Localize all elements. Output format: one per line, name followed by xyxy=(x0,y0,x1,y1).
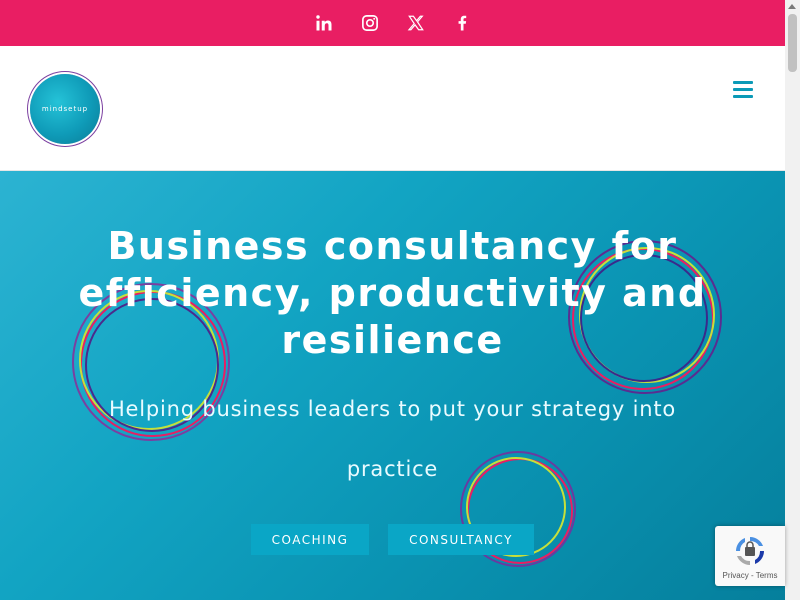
mindsetup-logo[interactable]: mindsetup xyxy=(30,74,100,144)
hero-section: Business consultancy for efficiency, pro… xyxy=(0,171,785,600)
instagram-icon[interactable] xyxy=(361,14,379,32)
recaptcha-separator: - xyxy=(748,571,756,580)
hero-subheadline: Helping business leaders to put your str… xyxy=(108,397,677,481)
recaptcha-terms-link[interactable]: Terms xyxy=(756,571,778,580)
site-header: mindsetup xyxy=(0,46,785,171)
hamburger-menu-icon[interactable] xyxy=(733,81,753,99)
social-top-bar xyxy=(0,0,785,46)
recaptcha-icon xyxy=(736,537,764,565)
page-scrollbar[interactable] xyxy=(785,0,800,600)
recaptcha-links: Privacy - Terms xyxy=(715,571,785,580)
recaptcha-privacy-link[interactable]: Privacy xyxy=(723,571,749,580)
facebook-icon[interactable] xyxy=(453,14,471,32)
hero-headline: Business consultancy for efficiency, pro… xyxy=(78,224,707,362)
linkedin-icon[interactable] xyxy=(315,14,333,32)
x-twitter-icon[interactable] xyxy=(407,14,425,32)
scroll-thumb[interactable] xyxy=(788,14,797,72)
logo-text: mindsetup xyxy=(41,105,89,113)
recaptcha-badge[interactable]: Privacy - Terms xyxy=(715,526,785,586)
coaching-button[interactable]: COACHING xyxy=(251,524,369,555)
scroll-up-arrow-icon[interactable] xyxy=(788,4,796,9)
consultancy-button[interactable]: CONSULTANCY xyxy=(388,524,534,555)
